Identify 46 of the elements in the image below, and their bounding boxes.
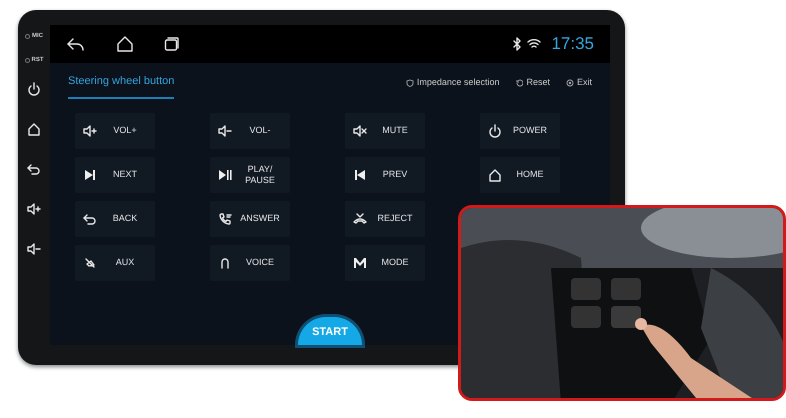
key-button[interactable]: NEXT [75,156,155,192]
key-button[interactable]: PLAY/ PAUSE [210,156,290,192]
home-icon [488,168,502,182]
next-icon [83,168,97,182]
back-icon[interactable] [66,36,86,52]
recent-apps-icon[interactable] [164,36,180,52]
reset-icon [515,78,524,87]
key-button[interactable]: MUTE [345,112,425,148]
phone-icon [218,212,232,226]
key-button[interactable]: VOICE [210,244,290,280]
home-icon[interactable] [27,122,41,136]
key-button[interactable]: ANSWER [210,200,290,236]
mute-icon [353,124,367,138]
action-link[interactable]: Impedance selection [406,76,500,90]
volume-up-icon [83,124,97,138]
play-pause-icon [218,168,232,182]
key-button[interactable]: AUX [75,244,155,280]
indicator-hole [24,58,30,62]
key-button[interactable]: MODE [345,244,425,280]
previous-icon [353,168,367,182]
back-icon [83,212,97,226]
power-icon [488,124,502,138]
key-button[interactable]: PREV [345,156,425,192]
tab[interactable]: Steering wheel button [68,67,174,98]
key-button[interactable]: VOL+ [75,112,155,148]
wifi-icon [527,38,542,50]
shield-icon [406,78,414,87]
back-icon[interactable] [27,162,41,176]
clock-text: 17:35 [551,33,594,56]
bluetooth-icon [511,37,524,51]
key-button[interactable]: REJECT [345,200,425,236]
close-icon [566,78,574,87]
key-button[interactable]: VOL- [210,112,290,148]
action-link[interactable]: Reset [515,76,550,90]
mode-icon [353,256,367,270]
volume-down-icon [218,124,232,138]
home-icon[interactable] [116,36,134,52]
key-button[interactable]: HOME [480,156,560,192]
volume-up-icon[interactable] [27,202,41,216]
key-button[interactable]: POWER [480,112,560,148]
indicator-hole [25,34,30,38]
action-link[interactable]: Exit [566,76,592,90]
volume-down-icon[interactable] [27,242,41,256]
key-button[interactable]: BACK [75,200,155,236]
hang-up-icon [353,212,367,226]
power-icon[interactable] [27,82,41,96]
